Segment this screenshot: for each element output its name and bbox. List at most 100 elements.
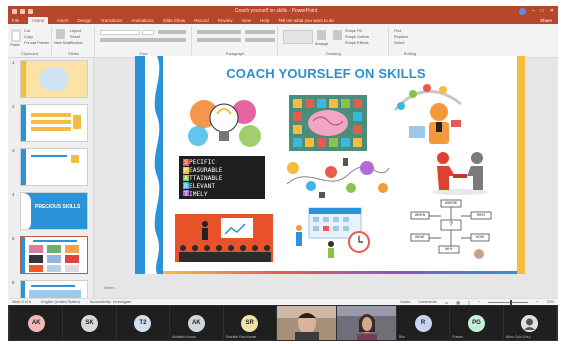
tab-review[interactable]: Review [218, 18, 233, 23]
list-buttons[interactable] [197, 30, 241, 34]
smart-goals-image[interactable]: SPECIFIC MEASURABLE ATTAINABLE RELEVANT … [179, 156, 265, 199]
ribbon: Paste Cut Copy Format Painter Clipboard … [8, 24, 558, 58]
thumbnail[interactable] [20, 280, 88, 298]
schedule-team-image[interactable] [287, 204, 383, 260]
slide-title[interactable]: COACH YOURSLEF ON SKILLS [135, 66, 517, 81]
thumbnail[interactable]: PRECIOUS SKILLS [20, 192, 88, 230]
idea-network-image[interactable] [279, 154, 395, 200]
participant-tile[interactable]: T2 [116, 306, 170, 340]
paste-label: Paste [10, 43, 20, 47]
presentation-audience-image[interactable] [175, 214, 273, 262]
notes-pane-label[interactable]: Notes [104, 285, 114, 290]
thumbnail[interactable] [20, 104, 88, 142]
presentation-icon [175, 214, 273, 262]
alignment-buttons[interactable] [197, 38, 241, 42]
font-format-buttons[interactable] [100, 38, 186, 42]
normal-view-icon[interactable]: ▭ [445, 300, 449, 305]
section-button[interactable]: Section [70, 41, 83, 45]
tab-insert[interactable]: Insert [57, 18, 68, 23]
smartart-buttons[interactable] [245, 38, 275, 42]
slide-counter: Slide 5 of 8 [12, 300, 31, 304]
notes-button[interactable]: Notes [400, 300, 410, 304]
group-clipboard: Paste Cut Copy Format Painter Clipboard [8, 26, 52, 56]
expert-character-image[interactable] [391, 80, 467, 150]
expert-icon [391, 80, 467, 150]
arrange-button[interactable]: Arrange [315, 42, 329, 46]
brain-icons-image[interactable] [289, 95, 367, 151]
participant-tile[interactable]: SR Saurabh Rao Kamat [223, 306, 276, 340]
participant-tile[interactable]: AK [10, 306, 63, 340]
language-indicator[interactable]: English (United States) [41, 300, 80, 304]
replace-button[interactable]: Replace [394, 35, 408, 39]
copy-button[interactable]: Copy [24, 35, 33, 39]
flow-word: WHERE [444, 201, 458, 205]
zoom-out-icon[interactable]: − [478, 300, 480, 304]
reset-button[interactable]: Reset [70, 35, 80, 39]
find-button[interactable]: Find [394, 29, 401, 33]
participant-tile[interactable]: R Ritu [396, 306, 450, 340]
handshake-image[interactable] [425, 148, 495, 196]
select-button[interactable]: Select [394, 41, 405, 45]
new-slide-button[interactable]: New Slide [54, 41, 71, 45]
slide-number: 6 [12, 280, 15, 285]
account-avatar[interactable] [518, 7, 526, 15]
participant-tile[interactable]: PG Pranav [450, 306, 503, 340]
zoom-slider[interactable] [488, 299, 529, 305]
participant-tile[interactable]: Mirko Cuki (You) [503, 306, 556, 340]
group-editing: Find Replace Select Editing [390, 26, 430, 56]
thumbnail-selected[interactable] [20, 236, 88, 274]
tab-transitions[interactable]: Transitions [101, 18, 123, 23]
tab-view[interactable]: View [241, 18, 251, 23]
tab-record[interactable]: Record [194, 18, 209, 23]
flowchart-image[interactable]: WHERE WHEN WHO ? WHAT HOW WHY [405, 196, 497, 262]
status-bar: Slide 5 of 8 English (United States) Acc… [8, 298, 558, 305]
tab-home[interactable]: Home [28, 16, 49, 24]
save-icon[interactable] [12, 8, 17, 14]
current-slide[interactable]: COACH YOURSLEF ON SKILLS SPECIFIC MEASUR… [135, 56, 525, 274]
format-painter-button[interactable]: Format Painter [24, 41, 49, 45]
font-size-select[interactable] [142, 30, 154, 35]
zoom-level[interactable]: 70% [546, 300, 554, 304]
maximize-icon[interactable]: □ [541, 8, 544, 14]
text-direction-buttons[interactable] [245, 30, 275, 34]
colorful-lightbulb-image[interactable] [184, 96, 266, 150]
thumbnail[interactable] [20, 60, 88, 98]
tab-design[interactable]: Design [78, 18, 92, 23]
shape-fill-button[interactable]: Shape Fill [345, 29, 362, 33]
slide-editor[interactable]: COACH YOURSLEF ON SKILLS SPECIFIC MEASUR… [94, 56, 558, 298]
zoom-in-icon[interactable]: + [536, 300, 538, 304]
accessibility-status[interactable]: Accessibility: Investigate [90, 300, 131, 304]
participant-video-feed [336, 306, 396, 340]
tell-me-search[interactable]: Tell me what you want to do [278, 18, 334, 23]
cut-button[interactable]: Cut [24, 29, 30, 33]
close-icon[interactable]: ✕ [550, 8, 554, 14]
quick-styles-icon[interactable] [333, 30, 342, 40]
slide-bottom-stripe [163, 271, 517, 274]
arrange-icon[interactable] [317, 30, 326, 40]
paste-button[interactable] [11, 29, 21, 42]
participant-video[interactable] [276, 306, 336, 340]
layout-button[interactable]: Layout [70, 29, 81, 33]
participant-video[interactable] [336, 306, 396, 340]
reading-view-icon[interactable]: ▯ [468, 300, 470, 305]
font-name-select[interactable] [100, 30, 140, 35]
tab-slideshow[interactable]: Slide Show [163, 18, 186, 23]
shape-outline-button[interactable]: Shape Outline [345, 35, 369, 39]
font-size-buttons[interactable] [158, 30, 186, 34]
undo-icon[interactable] [20, 8, 25, 14]
participant-tile[interactable]: SK [63, 306, 116, 340]
avatar: AK [187, 314, 205, 332]
minimize-icon[interactable]: – [532, 8, 535, 14]
participant-name: Mirko Cuki (You) [505, 335, 531, 339]
shape-effects-button[interactable]: Shape Effects [345, 41, 369, 45]
share-button[interactable]: Share [540, 18, 552, 23]
comments-button[interactable]: Comments [418, 300, 436, 304]
thumbnail[interactable] [20, 148, 88, 186]
shapes-gallery[interactable] [283, 30, 313, 44]
slide-sorter-icon[interactable]: ▦ [456, 300, 460, 305]
tab-help[interactable]: Help [260, 18, 269, 23]
tab-file[interactable]: File [12, 18, 19, 23]
participant-tile[interactable]: AK Akhilesh Kumar [170, 306, 223, 340]
new-slide-icon[interactable] [56, 29, 65, 39]
tab-animations[interactable]: Animations [131, 18, 153, 23]
